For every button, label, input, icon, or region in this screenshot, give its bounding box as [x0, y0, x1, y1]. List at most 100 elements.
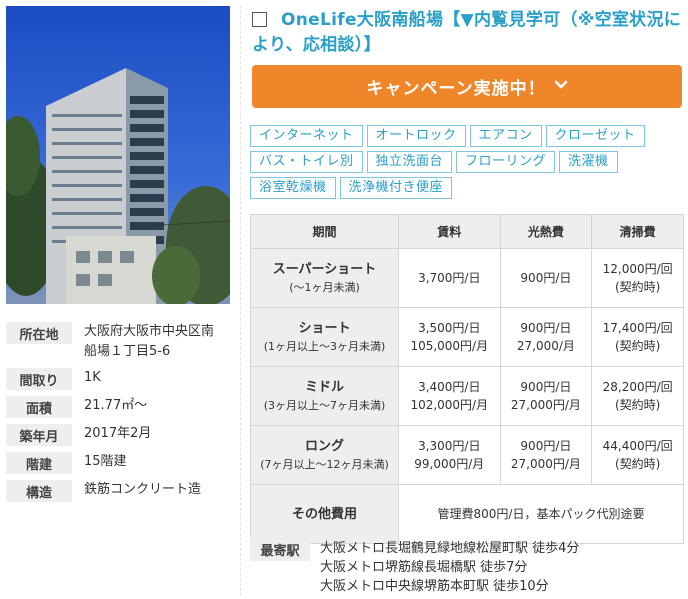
rent-value: 3,300円/日 [418, 439, 481, 453]
period-range: (～1ヶ月未満) [289, 281, 360, 294]
spec-value: 鉄筋コンクリート造 [84, 482, 202, 497]
spec-label: 所在地 [6, 322, 72, 344]
cleaning-note: (契約時) [614, 339, 661, 353]
utility-cell: 900円/日 27,000円/月 [499, 425, 593, 485]
tag-row: インターネット オートロック エアコン クローゼット [250, 125, 688, 147]
spec-row-layout: 間取り 1K [6, 368, 234, 390]
tag-row: バス・トイレ別 独立洗面台 フローリング 洗濯機 [250, 151, 688, 173]
spec-value: 21.77㎡～ [84, 398, 148, 413]
spec-value: 2017年2月 [84, 426, 152, 441]
amenity-tag: クローゼット [545, 125, 645, 147]
cleaning-value: 28,200円/回 [602, 380, 673, 394]
table-row-other-fees: その他費用 管理費800円/日，基本パック代別途要 [250, 484, 684, 544]
utility-cell: 900円/日 27,000/月 [499, 307, 593, 367]
spec-list: 所在地 大阪府大阪市中央区南船場１丁目5-6 間取り 1K 面積 21.77㎡～… [6, 322, 234, 508]
spec-value: 大阪府大阪市中央区南船場１丁目5-6 [84, 324, 215, 359]
spec-row-built: 築年月 2017年2月 [6, 424, 234, 446]
spec-value: 15階建 [84, 454, 127, 469]
spec-label: 面積 [6, 396, 72, 418]
header-period: 期間 [250, 214, 399, 249]
period-cell: ロング (7ヶ月以上～12ヶ月未満) [250, 425, 399, 485]
amenity-tag: インターネット [250, 125, 363, 147]
campaign-button[interactable]: キャンペーン実施中！ [252, 65, 682, 108]
amenity-tag: 独立洗面台 [366, 151, 453, 173]
period-cell: スーパーショート (～1ヶ月未満) [250, 248, 399, 308]
period-name: ミドル [304, 380, 344, 395]
rent-value: 3,500円/日 [418, 321, 481, 335]
station-line: 大阪メトロ長堀鶴見緑地線松屋町駅 徒歩4分 [320, 541, 580, 556]
nearest-station: 最寄駅 大阪メトロ長堀鶴見緑地線松屋町駅 徒歩4分 大阪メトロ堺筋線長堀橋駅 徒… [250, 537, 684, 596]
period-cell: ミドル (3ヶ月以上～7ヶ月未満) [250, 366, 399, 426]
cleaning-cell: 28,200円/回 (契約時) [591, 366, 684, 426]
table-row: ミドル (3ヶ月以上～7ヶ月未満) 3,400円/日 102,000円/月 90… [250, 366, 684, 426]
amenity-tag: 洗浄機付き便座 [339, 177, 453, 199]
period-range: (1ヶ月以上～3ヶ月未満) [263, 340, 386, 353]
spec-value: 1K [84, 370, 101, 385]
listing-title-wrap: OneLife大阪南船場【▼内覧見学可（※空室状況により、応相談）】 [252, 10, 681, 55]
utility-value: 27,000/月 [516, 339, 575, 353]
station-label: 最寄駅 [250, 537, 310, 561]
spec-label: 間取り [6, 368, 72, 390]
utility-value: 27,000円/月 [510, 398, 581, 412]
header-cleaning: 清掃費 [591, 214, 684, 249]
table-row: ロング (7ヶ月以上～12ヶ月未満) 3,300円/日 99,000円/月 90… [250, 425, 684, 485]
amenity-tag: オートロック [366, 125, 466, 147]
spec-row-area: 面積 21.77㎡～ [6, 396, 234, 418]
rent-value: 105,000円/月 [410, 339, 489, 353]
rent-value: 99,000円/月 [414, 457, 485, 471]
amenity-tag: フローリング [456, 151, 556, 173]
spec-row-address: 所在地 大阪府大阪市中央区南船場１丁目5-6 [6, 322, 234, 362]
amenity-tag: バス・トイレ別 [250, 151, 363, 173]
utility-value: 900円/日 [520, 380, 572, 394]
price-table-header: 期間 賃料 光熱費 清掃費 [250, 214, 684, 249]
header-utility: 光熱費 [499, 214, 593, 249]
amenity-tags: インターネット オートロック エアコン クローゼット バス・トイレ別 独立洗面台… [250, 125, 688, 203]
rent-cell: 3,700円/日 [398, 248, 501, 308]
property-photo[interactable] [6, 6, 230, 304]
cleaning-cell: 44,400円/回 (契約時) [591, 425, 684, 485]
other-fees-label-text: その他費用 [291, 506, 357, 522]
spec-label: 階建 [6, 452, 72, 474]
utility-value: 900円/日 [520, 321, 572, 335]
chevron-down-icon [554, 79, 568, 94]
utility-value: 27,000円/月 [510, 457, 581, 471]
price-table: 期間 賃料 光熱費 清掃費 スーパーショート (～1ヶ月未満) 3,700円/日… [250, 214, 684, 544]
cleaning-cell: 12,000円/回 (契約時) [591, 248, 684, 308]
utility-value: 900円/日 [520, 271, 572, 285]
rent-value: 3,400円/日 [418, 380, 481, 394]
period-cell: ショート (1ヶ月以上～3ヶ月未満) [250, 307, 399, 367]
rent-value: 102,000円/月 [410, 398, 489, 412]
cleaning-cell: 17,400円/回 (契約時) [591, 307, 684, 367]
utility-cell: 900円/日 27,000円/月 [499, 366, 593, 426]
cleaning-note: (契約時) [614, 280, 661, 294]
period-range: (3ヶ月以上～7ヶ月未満) [263, 399, 386, 412]
cleaning-note: (契約時) [614, 457, 661, 471]
cleaning-note: (契約時) [614, 398, 661, 412]
station-line: 大阪メトロ中央線堺筋本町駅 徒歩10分 [320, 579, 549, 594]
amenity-tag: 洗濯機 [559, 151, 618, 173]
spec-label: 構造 [6, 480, 72, 502]
utility-value: 900円/日 [520, 439, 572, 453]
cleaning-value: 44,400円/回 [602, 439, 673, 453]
favorite-checkbox[interactable] [252, 12, 267, 27]
spec-label: 築年月 [6, 424, 72, 446]
other-fees-label: その他費用 [250, 484, 399, 544]
campaign-label: キャンペーン実施中！ [366, 79, 546, 99]
utility-cell: 900円/日 [499, 248, 593, 308]
rent-value: 3,700円/日 [418, 271, 481, 285]
other-fees-value: 管理費800円/日，基本パック代別途要 [398, 484, 684, 544]
cleaning-value: 17,400円/回 [602, 321, 673, 335]
tag-row: 浴室乾燥機 洗浄機付き便座 [250, 177, 688, 199]
table-row: スーパーショート (～1ヶ月未満) 3,700円/日 900円/日 12,000… [250, 248, 684, 308]
station-list: 大阪メトロ長堀鶴見緑地線松屋町駅 徒歩4分 大阪メトロ堺筋線長堀橋駅 徒歩7分 … [310, 537, 579, 596]
listing-header: OneLife大阪南船場【▼内覧見学可（※空室状況により、応相談）】 [252, 8, 682, 58]
listing-title[interactable]: OneLife大阪南船場【▼内覧見学可（※空室状況により、応相談）】 [252, 10, 681, 55]
header-rent: 賃料 [398, 214, 501, 249]
rent-cell: 3,400円/日 102,000円/月 [398, 366, 501, 426]
period-name: ロング [304, 439, 344, 454]
cleaning-value: 12,000円/回 [602, 262, 673, 276]
amenity-tag: 浴室乾燥機 [250, 177, 336, 199]
column-divider [240, 6, 241, 596]
period-range: (7ヶ月以上～12ヶ月未満) [260, 458, 389, 471]
rent-cell: 3,300円/日 99,000円/月 [398, 425, 501, 485]
